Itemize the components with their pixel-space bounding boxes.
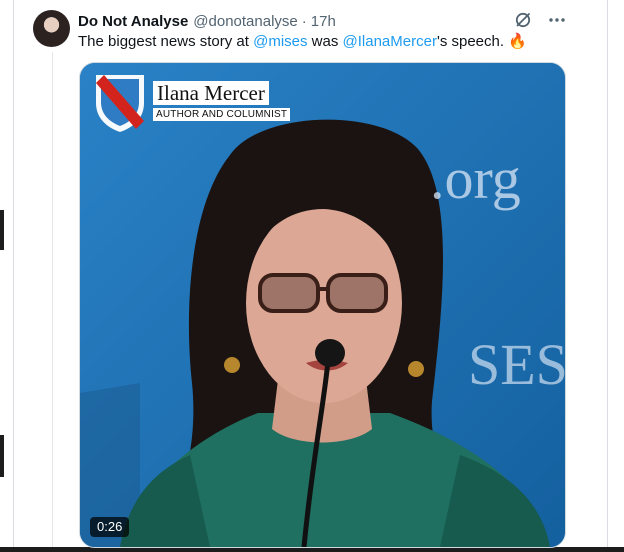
fire-emoji: 🔥: [508, 33, 527, 50]
tweet-text-part: The biggest news story at: [78, 33, 254, 50]
avatar[interactable]: [33, 10, 70, 47]
header-separator: ·: [301, 12, 307, 30]
mention-ilanamercer[interactable]: @IlanaMercer: [343, 33, 437, 50]
tweet-actions: [512, 9, 568, 31]
tweet-text-part: was: [307, 33, 343, 50]
lower-third-title: AUTHOR AND COLUMNIST: [153, 108, 291, 121]
edge-shadow: [0, 435, 4, 477]
tweet-screenshot: Do Not Analyse @donotanalyse · 17h The b…: [0, 0, 624, 552]
video-duration-badge: 0:26: [90, 517, 130, 537]
edge-shadow: [0, 210, 4, 250]
lower-third-name: Ilana Mercer: [153, 81, 269, 105]
video-player[interactable]: .org SES Ilana Mercer AUTHOR AND COLUMNI…: [79, 62, 566, 548]
video-frame: [80, 63, 565, 547]
mises-shield-logo-icon: [96, 75, 144, 132]
grok-icon[interactable]: [512, 9, 534, 31]
timestamp[interactable]: 17h: [311, 13, 336, 30]
backdrop-text: .org: [430, 146, 521, 211]
author-handle[interactable]: @donotanalyse: [193, 13, 297, 30]
tweet-text-part: 's speech.: [436, 33, 509, 50]
tweet-header: Do Not Analyse @donotanalyse · 17h: [78, 11, 336, 31]
more-icon[interactable]: [546, 9, 568, 31]
tweet-text: The biggest news story at @mises was @Il…: [78, 32, 598, 52]
left-edge-panel: [0, 0, 14, 552]
author-name[interactable]: Do Not Analyse: [78, 13, 188, 30]
right-edge-panel: [607, 0, 624, 552]
thread-line: [52, 52, 53, 547]
backdrop-text: SES: [468, 332, 566, 397]
mention-mises[interactable]: @mises: [253, 33, 307, 50]
